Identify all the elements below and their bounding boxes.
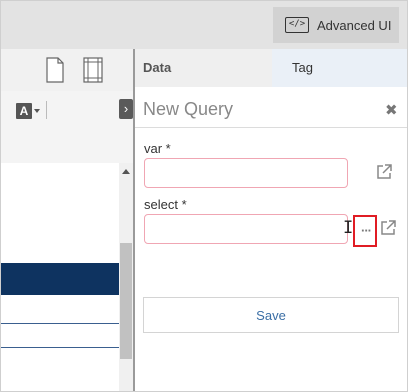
toolbar-divider bbox=[46, 101, 47, 119]
advanced-ui-button[interactable]: </> Advanced UI bbox=[273, 7, 399, 43]
var-input[interactable] bbox=[144, 158, 348, 188]
code-icon: </> bbox=[285, 17, 309, 33]
query-title: New Query bbox=[143, 99, 234, 119]
external-link-icon[interactable] bbox=[375, 163, 393, 181]
external-link-icon[interactable] bbox=[379, 219, 397, 237]
select-field-label: select * bbox=[144, 197, 187, 212]
editor-toolbar bbox=[1, 49, 133, 91]
scrollbar-thumb[interactable] bbox=[120, 243, 132, 359]
content-rule bbox=[1, 347, 119, 348]
page-icon[interactable] bbox=[45, 57, 65, 83]
editor-panel: A › bbox=[1, 49, 133, 391]
query-header: New Query ✖ bbox=[135, 87, 407, 127]
var-field-label: var * bbox=[144, 141, 171, 156]
tab-data[interactable]: Data bbox=[135, 49, 272, 87]
vertical-scrollbar[interactable] bbox=[119, 163, 133, 391]
header-divider bbox=[135, 127, 407, 128]
frame-layout-icon[interactable] bbox=[83, 57, 103, 83]
close-icon[interactable]: ✖ bbox=[385, 101, 398, 119]
tab-tag[interactable]: Tag bbox=[272, 49, 407, 87]
properties-tabs: Data Tag bbox=[135, 49, 407, 87]
save-button[interactable]: Save bbox=[143, 297, 399, 333]
format-toolbar: A bbox=[1, 91, 133, 163]
chevron-down-icon[interactable] bbox=[34, 109, 40, 113]
application-frame: </> Advanced UI A › Data Tag New Query ✖… bbox=[0, 0, 408, 392]
select-input[interactable] bbox=[144, 214, 348, 244]
advanced-ui-label: Advanced UI bbox=[317, 17, 392, 33]
content-rule bbox=[1, 323, 119, 324]
top-toolbar: </> Advanced UI bbox=[1, 1, 407, 49]
collapse-panel-button[interactable]: › bbox=[119, 99, 133, 119]
select-options-button[interactable]: ··· bbox=[353, 215, 377, 247]
scroll-up-icon[interactable] bbox=[122, 169, 130, 174]
navy-content-band bbox=[1, 263, 119, 295]
text-cursor-icon: I bbox=[343, 218, 354, 238]
font-format-icon[interactable]: A bbox=[16, 103, 32, 119]
